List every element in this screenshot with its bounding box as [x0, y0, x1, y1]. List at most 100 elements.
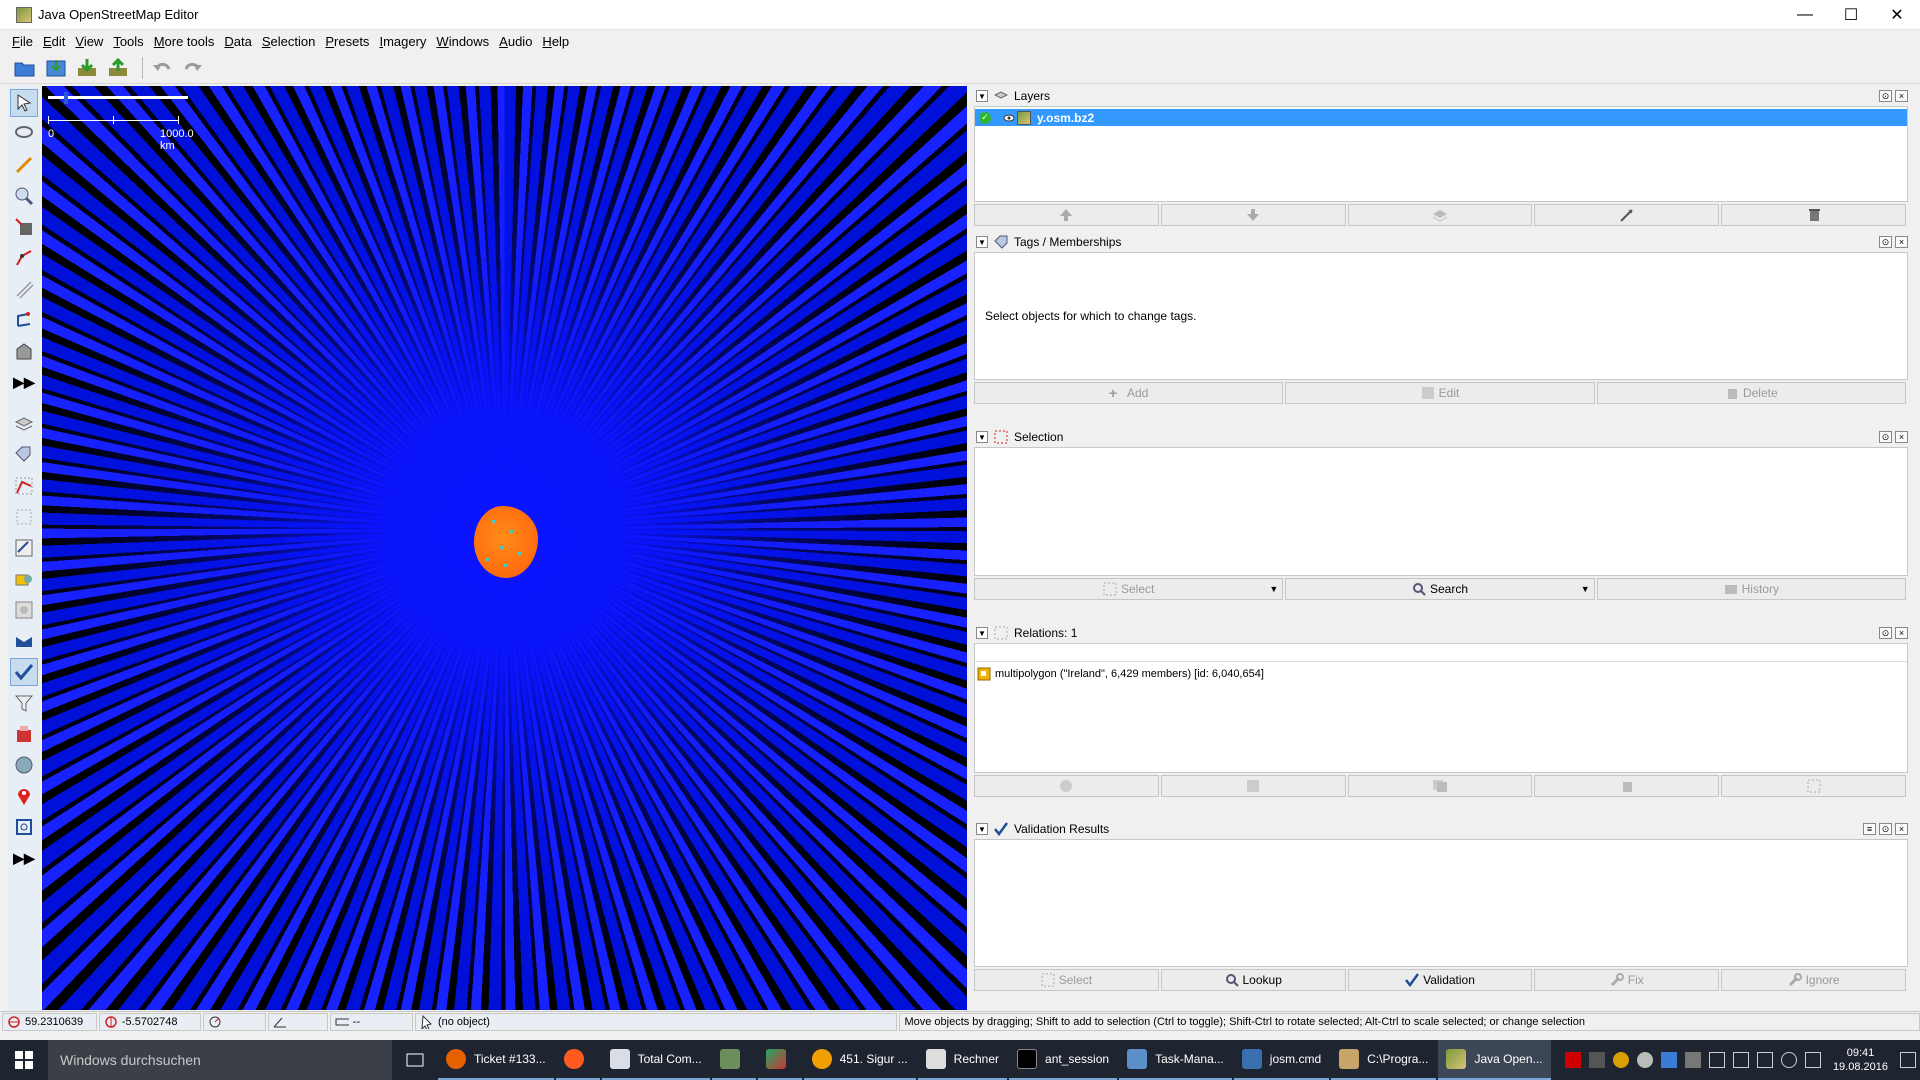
menu-help[interactable]: Help	[542, 34, 569, 49]
menu-selection[interactable]: Selection	[262, 34, 315, 49]
activate-layer-button[interactable]	[1347, 204, 1533, 226]
select-members-button[interactable]	[1721, 775, 1906, 797]
menu-windows[interactable]: Windows	[436, 34, 489, 49]
delete-tag-button[interactable]: Delete	[1596, 382, 1906, 404]
toggle-relations-button[interactable]	[10, 503, 38, 531]
more-dialogs-button[interactable]: ▶▶	[10, 844, 38, 872]
menu-presets[interactable]: Presets	[325, 34, 369, 49]
move-down-button[interactable]	[1160, 204, 1346, 226]
taskbar-item-cmd[interactable]: josm.cmd	[1233, 1040, 1330, 1080]
tray-bluetooth-icon[interactable]	[1660, 1052, 1677, 1068]
lookup-button[interactable]: Lookup	[1160, 969, 1346, 991]
taskbar-item-app[interactable]	[711, 1040, 756, 1080]
pin-dialog-button[interactable]: ⊙	[1879, 431, 1892, 443]
pin-dialog-button[interactable]: ⊙	[1879, 90, 1892, 102]
tray-network-icon[interactable]	[1756, 1052, 1773, 1068]
taskbar-item-firefox[interactable]: Ticket #133...	[438, 1040, 554, 1080]
toggle-filters-button[interactable]	[10, 689, 38, 717]
toggle-selection-button[interactable]	[10, 472, 38, 500]
taskbar-search-box[interactable]: Windows durchsuchen	[48, 1040, 392, 1080]
select-dropdown-arrow-icon[interactable]: ▼	[1269, 584, 1278, 594]
toggle-validation-button[interactable]	[10, 658, 38, 686]
collapse-relations-button[interactable]: ▼	[976, 627, 988, 639]
active-layer-checkmark-icon[interactable]: ✓	[979, 111, 991, 124]
tray-usb-icon[interactable]	[1684, 1052, 1701, 1068]
toggle-authors-button[interactable]	[10, 627, 38, 655]
toggle-commands-button[interactable]	[10, 534, 38, 562]
close-button[interactable]: ✕	[1874, 0, 1920, 30]
ignore-button[interactable]: Ignore	[1721, 969, 1906, 991]
undo-button[interactable]	[149, 55, 175, 81]
tray-cloud-icon[interactable]	[1636, 1052, 1653, 1068]
add-tag-button[interactable]: + Add	[974, 382, 1284, 404]
toggle-minimap-button[interactable]	[10, 813, 38, 841]
minimize-button[interactable]: —	[1782, 0, 1828, 30]
menu-data[interactable]: Data	[224, 34, 251, 49]
upload-button[interactable]	[105, 55, 131, 81]
close-dialog-button[interactable]: ×	[1895, 627, 1908, 639]
improve-way-button[interactable]	[10, 275, 38, 303]
delete-mode-button[interactable]	[10, 213, 38, 241]
tray-app-icon[interactable]	[1564, 1052, 1581, 1068]
close-dialog-button[interactable]: ×	[1895, 431, 1908, 443]
pin-dialog-button[interactable]: ⊙	[1879, 627, 1892, 639]
tray-volume-icon[interactable]	[1780, 1052, 1797, 1068]
list-item[interactable]: multipolygon ("Ireland", 6,429 members) …	[977, 667, 1264, 681]
menu-edit[interactable]: Edit	[43, 34, 65, 49]
zoom-slider-track[interactable]	[48, 96, 188, 99]
collapse-validation-button[interactable]: ▼	[976, 823, 988, 835]
taskbar-item-taskmanager[interactable]: Task-Mana...	[1119, 1040, 1232, 1080]
taskbar-item-pen[interactable]	[757, 1040, 802, 1080]
draw-mode-button[interactable]	[10, 151, 38, 179]
latitude-field[interactable]: 59.2310639	[2, 1012, 97, 1031]
start-button[interactable]	[0, 1040, 48, 1080]
toggle-changesets-button[interactable]	[10, 720, 38, 748]
building-mode-button[interactable]	[10, 337, 38, 365]
pin-dialog-button[interactable]: ⊙	[1879, 823, 1892, 835]
close-dialog-button[interactable]: ×	[1895, 90, 1908, 102]
redo-button[interactable]	[180, 55, 206, 81]
tray-language-icon[interactable]	[1732, 1052, 1749, 1068]
select-button[interactable]: Select ▼	[974, 578, 1284, 600]
clock[interactable]: 09:41 19.08.2016	[1833, 1046, 1888, 1074]
collapse-tags-button[interactable]: ▼	[976, 236, 988, 248]
menu-audio[interactable]: Audio	[499, 34, 532, 49]
toggle-conflicts-button[interactable]	[10, 565, 38, 593]
fix-button[interactable]: Fix	[1534, 969, 1720, 991]
save-button[interactable]	[43, 55, 69, 81]
validate-button[interactable]: Validation	[1347, 969, 1533, 991]
history-button[interactable]: History	[1596, 578, 1906, 600]
configure-dialog-button[interactable]: ≡	[1863, 823, 1876, 835]
toggle-filter-button[interactable]	[10, 596, 38, 624]
longitude-field[interactable]: -5.5702748	[98, 1012, 202, 1031]
menu-tools[interactable]: Tools	[113, 34, 143, 49]
taskbar-item-firefox-dev[interactable]	[555, 1040, 600, 1080]
move-up-button[interactable]	[974, 204, 1159, 226]
tray-media-icon[interactable]	[1612, 1052, 1629, 1068]
toggle-layers-button[interactable]	[10, 410, 38, 438]
delete-layer-button[interactable]	[1721, 204, 1906, 226]
menu-file[interactable]: File	[12, 34, 33, 49]
taskbar-item-media[interactable]: 451. Sigur ...	[803, 1040, 916, 1080]
maximize-button[interactable]: ☐	[1828, 0, 1874, 30]
pin-dialog-button[interactable]: ⊙	[1879, 236, 1892, 248]
taskbar-item-josm[interactable]: Java Open...	[1438, 1040, 1551, 1080]
taskbar-item-terminal[interactable]: ant_session	[1009, 1040, 1118, 1080]
validation-select-button[interactable]: Select	[974, 969, 1159, 991]
menu-more-tools[interactable]: More tools	[154, 34, 215, 49]
search-button[interactable]: Search ▼	[1285, 578, 1595, 600]
zoom-slider-knob[interactable]	[64, 92, 68, 104]
collapse-layers-button[interactable]: ▼	[976, 90, 988, 102]
close-dialog-button[interactable]: ×	[1895, 236, 1908, 248]
select-mode-button[interactable]	[10, 89, 38, 117]
toggle-notes-button[interactable]	[10, 782, 38, 810]
map-view[interactable]: 0 1000.0 km	[42, 86, 967, 1010]
delete-relation-button[interactable]	[1534, 775, 1720, 797]
edit-tag-button[interactable]: Edit	[1285, 382, 1595, 404]
taskbar-item-calculator[interactable]: Rechner	[917, 1040, 1008, 1080]
taskbar-item-java[interactable]: C:\Progra...	[1331, 1040, 1437, 1080]
action-center-icon[interactable]	[1900, 1052, 1916, 1068]
tray-keyboard-icon[interactable]	[1804, 1052, 1821, 1068]
search-dropdown-arrow-icon[interactable]: ▼	[1581, 584, 1590, 594]
menu-view[interactable]: View	[75, 34, 103, 49]
